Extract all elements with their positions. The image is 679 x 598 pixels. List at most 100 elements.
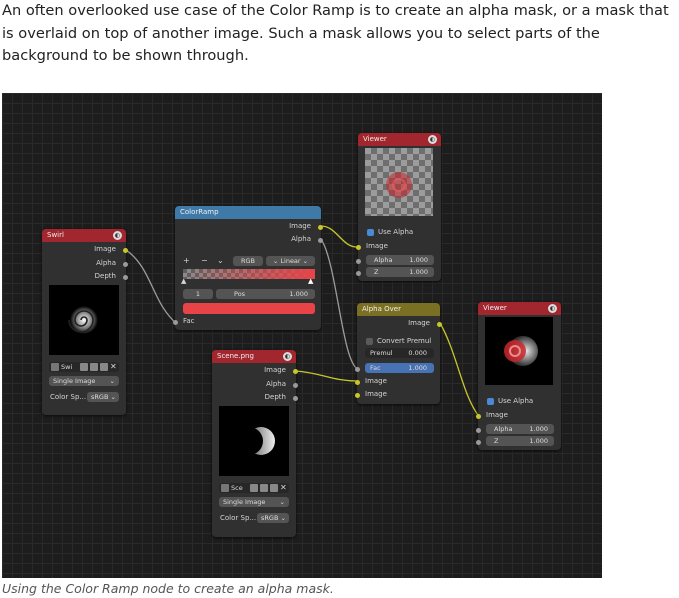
use-alpha-checkbox[interactable]	[367, 229, 374, 236]
colorramp-node-header[interactable]: ColorRamp	[175, 206, 321, 219]
swirl-node[interactable]: Swirl ◐ Image Alpha Depth Swi ✕ Single I…	[42, 229, 126, 415]
alpha-over-fac-label: Fac	[370, 363, 381, 373]
folder-icon[interactable]	[100, 363, 108, 371]
alpha-over-node-header[interactable]: Alpha Over	[357, 303, 440, 316]
swirl-source-select[interactable]: Single Image ⌄	[49, 376, 119, 386]
alpha-over-premul-field[interactable]: Premul 0.000	[365, 348, 434, 358]
colorramp-node-title: ColorRamp	[180, 208, 219, 216]
viewer-bottom-alpha-value: 1.000	[529, 424, 548, 434]
socket-grey-icon[interactable]	[476, 428, 481, 433]
use-alpha-checkbox[interactable]	[487, 398, 494, 405]
stop-marker-icon[interactable]: ▲	[308, 277, 313, 285]
socket-grey-icon[interactable]	[356, 259, 361, 264]
colorramp-mode-select[interactable]: RGB	[233, 256, 263, 266]
colorramp-output-alpha: Alpha	[291, 235, 311, 243]
node-preview-icon[interactable]: ◐	[283, 352, 292, 361]
scene-source-select[interactable]: Single Image ⌄	[219, 497, 289, 507]
colorramp-stop-index[interactable]: 1	[183, 289, 213, 299]
remove-stop-icon[interactable]: −	[201, 256, 208, 265]
scene-color-space-value: sRGB	[261, 514, 278, 522]
socket-grey-icon[interactable]	[123, 275, 128, 280]
viewer-bottom-z-value: 1.000	[529, 436, 548, 446]
socket-yellow-icon[interactable]	[293, 369, 298, 374]
duplicate-icon[interactable]	[90, 363, 98, 371]
chevron-down-icon[interactable]: ⌄	[217, 256, 224, 265]
socket-grey-icon[interactable]	[355, 367, 360, 372]
colorramp-color-swatch[interactable]	[183, 303, 315, 314]
socket-yellow-icon[interactable]	[356, 245, 361, 250]
duplicate-icon[interactable]	[260, 484, 268, 492]
viewer-bottom-use-alpha-label: Use Alpha	[498, 397, 533, 405]
viewer-bottom-node[interactable]: Viewer ◐ Use Alpha Image Alpha 1.000 Z 1…	[478, 302, 561, 450]
socket-yellow-icon[interactable]	[318, 225, 323, 230]
viewer-bottom-alpha-label: Alpha	[494, 424, 512, 434]
socket-grey-icon[interactable]	[318, 238, 323, 243]
viewer-bottom-z-field[interactable]: Z 1.000	[486, 436, 554, 446]
socket-yellow-icon[interactable]	[476, 414, 481, 419]
viewer-bottom-node-header[interactable]: Viewer ◐	[478, 302, 561, 315]
viewer-top-z-label: Z	[374, 267, 378, 277]
colorramp-gradient-bar[interactable]	[183, 269, 315, 279]
link-colorramp-image-to-viewer	[321, 226, 358, 247]
alpha-over-fac-field[interactable]: Fac 1.000	[365, 363, 434, 373]
socket-yellow-icon[interactable]	[355, 393, 360, 398]
viewer-top-z-field[interactable]: Z 1.000	[366, 267, 434, 277]
viewer-bottom-input-image: Image	[486, 411, 508, 419]
node-preview-icon[interactable]: ◐	[113, 231, 122, 240]
node-preview-icon[interactable]: ◐	[428, 135, 437, 144]
colorramp-pos-field[interactable]: Pos 1.000	[216, 289, 315, 299]
colorramp-output-image: Image	[289, 222, 311, 230]
node-preview-icon[interactable]: ◐	[548, 304, 557, 313]
socket-grey-icon[interactable]	[173, 320, 178, 325]
socket-yellow-icon[interactable]	[437, 322, 442, 327]
alpha-over-convert-premul-label: Convert Premul	[377, 337, 431, 345]
viewer-top-preview	[365, 148, 433, 216]
link-alphaover-to-viewer	[440, 323, 478, 415]
socket-grey-icon[interactable]	[123, 262, 128, 267]
socket-grey-icon[interactable]	[356, 271, 361, 276]
swirl-source-value: Single Image	[53, 377, 95, 385]
colorramp-node[interactable]: ColorRamp Image Alpha + − ⌄ RGB ⌄ Linear…	[175, 206, 321, 330]
add-stop-icon[interactable]: +	[183, 256, 190, 265]
unlink-close-icon[interactable]: ✕	[110, 362, 117, 371]
viewer-top-node-header[interactable]: Viewer ◐	[358, 133, 441, 146]
unlink-close-icon[interactable]: ✕	[280, 483, 287, 492]
viewer-top-use-alpha-label: Use Alpha	[378, 228, 413, 236]
alpha-over-premul-value: 0.000	[408, 348, 427, 358]
viewer-top-node[interactable]: Viewer ◐ Use Alpha Image Alpha 1.000 Z 1…	[358, 133, 441, 281]
convert-premul-checkbox[interactable]	[366, 338, 373, 345]
scene-color-space-label: Color Sp...	[220, 514, 256, 522]
socket-yellow-icon[interactable]	[123, 248, 128, 253]
image-icon	[221, 484, 229, 492]
socket-grey-icon[interactable]	[476, 440, 481, 445]
link-swirl-to-colorramp	[126, 250, 177, 324]
folder-icon[interactable]	[270, 484, 278, 492]
composite-preview-icon	[485, 317, 553, 385]
colorramp-interpolation-value: Linear	[280, 257, 300, 265]
viewer-top-alpha-value: 1.000	[409, 255, 428, 265]
swirl-color-space-select[interactable]: sRGB ⌄	[87, 392, 119, 402]
scene-output-image: Image	[264, 366, 286, 374]
stop-marker-icon[interactable]: ▲	[181, 277, 186, 285]
node-editor-canvas[interactable]: Swirl ◐ Image Alpha Depth Swi ✕ Single I…	[2, 93, 602, 578]
swirl-mask-icon	[365, 148, 433, 216]
viewer-bottom-alpha-field[interactable]: Alpha 1.000	[486, 424, 554, 434]
scene-color-space-select[interactable]: sRGB ⌄	[257, 513, 289, 523]
socket-grey-icon[interactable]	[293, 396, 298, 401]
chevron-down-icon: ⌄	[111, 392, 116, 402]
colorramp-stop-index-value: 1	[196, 290, 200, 298]
scene-node-header[interactable]: Scene.png ◐	[212, 350, 296, 363]
colorramp-interpolation-select[interactable]: ⌄ Linear ⌄	[266, 256, 315, 266]
swirl-node-title: Swirl	[47, 231, 64, 239]
socket-grey-icon[interactable]	[293, 383, 298, 388]
fake-user-shield-icon[interactable]	[250, 484, 258, 492]
fake-user-shield-icon[interactable]	[80, 363, 88, 371]
swirl-color-space-value: sRGB	[91, 393, 108, 401]
alpha-over-input-image-1: Image	[365, 377, 387, 385]
viewer-top-alpha-field[interactable]: Alpha 1.000	[366, 255, 434, 265]
swirl-node-header[interactable]: Swirl ◐	[42, 229, 126, 242]
swirl-output-image: Image	[94, 245, 116, 253]
scene-node[interactable]: Scene.png ◐ Image Alpha Depth Sce ✕ Sing…	[212, 350, 296, 537]
alpha-over-node[interactable]: Alpha Over Image Convert Premul Premul 0…	[357, 303, 440, 404]
socket-yellow-icon[interactable]	[355, 380, 360, 385]
